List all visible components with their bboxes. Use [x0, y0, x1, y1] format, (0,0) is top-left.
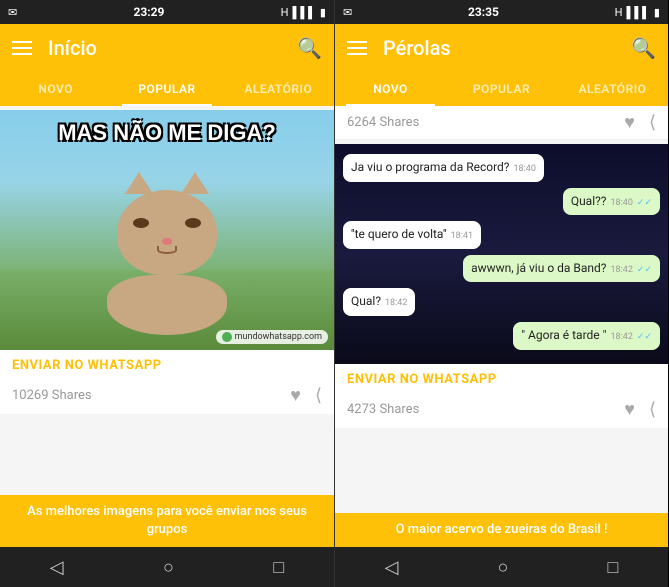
action-icons-right: ♥ ⟨: [624, 399, 656, 420]
banner-text-left: As melhores imagens para você enviar nos…: [12, 503, 322, 539]
recent-button-right[interactable]: □: [608, 557, 619, 578]
status-time-left: 23:29: [133, 5, 164, 19]
status-right-icons: H ▌▌▌ ▮: [281, 6, 326, 19]
status-left-icons: ✉: [8, 6, 17, 19]
tabs-right: NOVO POPULAR ALEATÓRIO: [335, 72, 668, 106]
cat-body-fur: [107, 275, 227, 335]
shares-count-top: 6264 Shares: [347, 115, 419, 130]
enviar-button-right[interactable]: ENVIAR NO WHATSAPP: [347, 372, 497, 387]
chat-msg-2: Qual?? 18:40 ✓✓: [563, 188, 660, 216]
menu-icon[interactable]: [12, 41, 32, 55]
home-button-left[interactable]: ○: [163, 557, 174, 578]
shares-count-left: 10269 Shares: [12, 388, 92, 403]
battery-icon: ▮: [320, 6, 326, 19]
status-right-right-icons: H ▌▌▌ ▮: [615, 6, 660, 19]
search-icon-left[interactable]: 🔍: [297, 36, 322, 60]
tab-novo-right[interactable]: NOVO: [335, 72, 446, 106]
status-bar-right: ✉ 23:35 H ▌▌▌ ▮: [335, 0, 668, 24]
wifi-icon: H: [281, 6, 289, 19]
toolbar-title-left: Início: [48, 36, 297, 60]
signal-icon: ▌▌▌: [293, 6, 316, 19]
notification-icon: ✉: [8, 6, 17, 19]
share-icon-top[interactable]: ⟨: [649, 112, 656, 133]
nav-bar-right: ◁ ○ □: [335, 547, 668, 587]
cat-background: MAS NÃO ME DIGA?: [0, 110, 334, 350]
tab-popular-right[interactable]: POPULAR: [446, 72, 557, 106]
cat-eye-left: [133, 218, 149, 228]
meme-card: MAS NÃO ME DIGA?: [0, 110, 334, 414]
nav-bar-left: ◁ ○ □: [0, 547, 334, 587]
card-action-right: ENVIAR NO WHATSAPP: [335, 364, 668, 395]
cat-eye-right: [185, 218, 201, 228]
menu-icon-right[interactable]: [347, 41, 367, 55]
back-button-right[interactable]: ◁: [385, 557, 399, 578]
bottom-banner-right: O maior acervo de zueiras do Brasil !: [335, 513, 668, 547]
chat-msg-5: Qual? 18:42: [343, 288, 415, 316]
content-left: MAS NÃO ME DIGA?: [0, 106, 334, 495]
heart-icon-right[interactable]: ♥: [624, 399, 635, 420]
meme-image: MAS NÃO ME DIGA?: [0, 110, 334, 350]
bottom-banner-left: As melhores imagens para você enviar nos…: [0, 495, 334, 547]
chat-msg-1: Ja viu o programa da Record? 18:40: [343, 154, 544, 182]
toolbar-title-right: Pérolas: [383, 36, 631, 60]
search-icon-right[interactable]: 🔍: [631, 36, 656, 60]
status-bar-left: ✉ 23:29 H ▌▌▌ ▮: [0, 0, 334, 24]
top-shares-row: 6264 Shares ♥ ⟨: [335, 106, 668, 140]
cat-head: [117, 190, 217, 275]
chat-card: Ja viu o programa da Record? 18:40 Qual?…: [335, 144, 668, 428]
notification-icon-right: ✉: [343, 6, 352, 19]
recent-button-left[interactable]: □: [273, 557, 284, 578]
heart-icon-top[interactable]: ♥: [624, 112, 635, 133]
chat-image: Ja viu o programa da Record? 18:40 Qual?…: [335, 144, 668, 364]
shares-row-left: 10269 Shares ♥ ⟨: [0, 381, 334, 414]
cat-ear-right: [181, 172, 209, 194]
tabs-left: NOVO POPULAR ALEATÓRIO: [0, 72, 334, 106]
chat-msg-4: awwwn, já viu o da Band? 18:42 ✓✓: [463, 255, 660, 283]
heart-icon-left[interactable]: ♥: [290, 385, 301, 406]
back-button-left[interactable]: ◁: [50, 557, 64, 578]
signal-icon-right: ▌▌▌: [627, 6, 650, 19]
toolbar-right: Pérolas 🔍: [335, 24, 668, 72]
status-right-left-icons: ✉: [343, 6, 352, 19]
home-button-right[interactable]: ○: [498, 557, 509, 578]
share-icon-left[interactable]: ⟨: [315, 385, 322, 406]
banner-text-right: O maior acervo de zueiras do Brasil !: [347, 521, 656, 539]
chat-msg-3: ''te quero de volta'' 18:41: [343, 221, 481, 249]
cat-mouth: [157, 246, 177, 254]
watermark: mundowhatsapp.com: [216, 330, 328, 344]
action-icons-top: ♥ ⟨: [624, 112, 656, 133]
right-panel: ✉ 23:35 H ▌▌▌ ▮ Pérolas 🔍 NOVO POPULAR A…: [334, 0, 668, 587]
tab-aleatorio-left[interactable]: ALEATÓRIO: [223, 72, 334, 106]
tab-popular-left[interactable]: POPULAR: [111, 72, 222, 106]
cat-nose: [162, 238, 172, 245]
battery-icon-right: ▮: [654, 6, 660, 19]
meme-text: MAS NÃO ME DIGA?: [0, 120, 334, 146]
tab-aleatorio-right[interactable]: ALEATÓRIO: [557, 72, 668, 106]
content-right: 6264 Shares ♥ ⟨ Ja viu o programa da Rec…: [335, 106, 668, 513]
action-icons-left: ♥ ⟨: [290, 385, 322, 406]
status-time-right: 23:35: [468, 5, 499, 19]
chat-msg-6: " Agora é tarde " 18:42 ✓✓: [513, 322, 660, 350]
tab-novo-left[interactable]: NOVO: [0, 72, 111, 106]
cat-ear-left: [125, 172, 153, 194]
wifi-icon-right: H: [615, 6, 623, 19]
card-action-left: ENVIAR NO WHATSAPP: [0, 350, 334, 381]
enviar-button-left[interactable]: ENVIAR NO WHATSAPP: [12, 358, 162, 373]
shares-count-right: 4273 Shares: [347, 402, 419, 417]
share-icon-right[interactable]: ⟨: [649, 399, 656, 420]
toolbar-left: Início 🔍: [0, 24, 334, 72]
left-panel: ✉ 23:29 H ▌▌▌ ▮ Início 🔍 NOVO POPULAR AL…: [0, 0, 334, 587]
shares-row-right: 4273 Shares ♥ ⟨: [335, 395, 668, 428]
